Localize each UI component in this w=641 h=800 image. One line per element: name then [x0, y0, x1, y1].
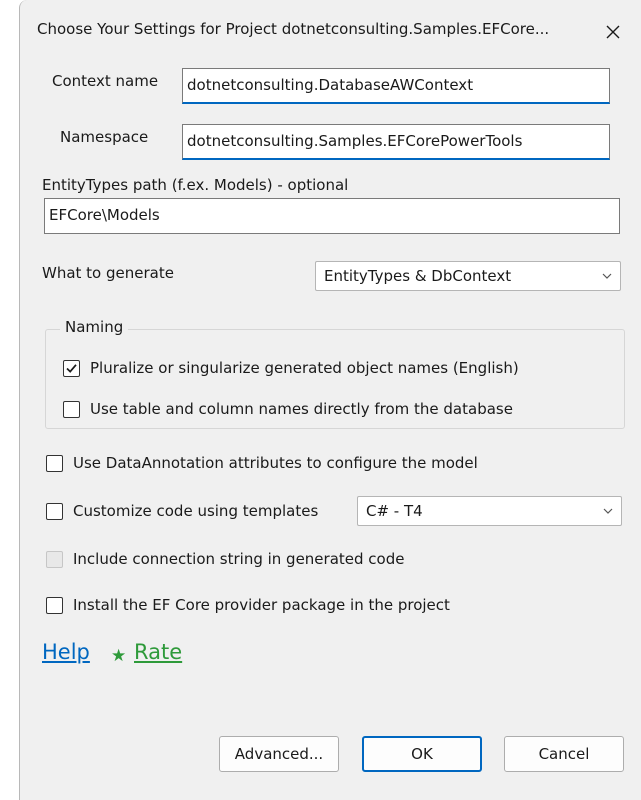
- install-provider-label: Install the EF Core provider package in …: [73, 596, 450, 614]
- namespace-input[interactable]: dotnetconsulting.Samples.EFCorePowerTool…: [182, 124, 610, 160]
- use-db-names-checkbox[interactable]: [63, 400, 80, 418]
- generate-selected: EntityTypes & DbContext: [324, 267, 512, 285]
- template-selected: C# - T4: [366, 502, 423, 520]
- connection-string-option[interactable]: Include connection string in generated c…: [46, 550, 404, 568]
- close-button[interactable]: [592, 12, 634, 52]
- settings-dialog: Choose Your Settings for Project dotnetc…: [19, 0, 641, 800]
- templates-option[interactable]: Customize code using templates: [46, 502, 318, 520]
- help-link[interactable]: Help: [42, 640, 90, 664]
- chevron-down-icon: [602, 273, 612, 279]
- window-title: Choose Your Settings for Project dotnetc…: [37, 20, 550, 38]
- connection-string-checkbox[interactable]: [46, 550, 63, 568]
- install-provider-checkbox[interactable]: [46, 596, 63, 614]
- data-annotations-label: Use DataAnnotation attributes to configu…: [73, 454, 478, 472]
- data-annotations-checkbox[interactable]: [46, 454, 63, 472]
- pluralize-label: Pluralize or singularize generated objec…: [90, 359, 519, 377]
- context-name-label: Context name: [52, 72, 159, 90]
- connection-string-label: Include connection string in generated c…: [73, 550, 405, 568]
- naming-legend: Naming: [60, 318, 129, 336]
- generate-label: What to generate: [42, 264, 174, 282]
- title-bar: Choose Your Settings for Project dotnetc…: [20, 0, 641, 64]
- templates-label: Customize code using templates: [73, 502, 319, 520]
- close-icon: [606, 25, 620, 39]
- advanced-button[interactable]: Advanced...: [219, 736, 339, 772]
- chevron-down-icon: [603, 508, 613, 514]
- template-select[interactable]: C# - T4: [357, 496, 622, 526]
- data-annotations-option[interactable]: Use DataAnnotation attributes to configu…: [46, 454, 478, 472]
- generate-select[interactable]: EntityTypes & DbContext: [315, 261, 621, 291]
- templates-checkbox[interactable]: [46, 502, 63, 520]
- pluralize-checkbox[interactable]: [63, 359, 80, 377]
- cancel-button[interactable]: Cancel: [504, 736, 624, 772]
- use-db-names-label: Use table and column names directly from…: [90, 400, 513, 418]
- pluralize-option[interactable]: Pluralize or singularize generated objec…: [63, 359, 519, 377]
- ok-button[interactable]: OK: [362, 736, 482, 772]
- context-name-input[interactable]: dotnetconsulting.DatabaseAWContext: [182, 68, 610, 104]
- install-provider-option[interactable]: Install the EF Core provider package in …: [46, 596, 450, 614]
- rate-link[interactable]: Rate: [134, 640, 182, 664]
- entity-path-label: EntityTypes path (f.ex. Models) - option…: [42, 176, 349, 194]
- use-db-names-option[interactable]: Use table and column names directly from…: [63, 400, 513, 418]
- star-icon: ★: [111, 646, 127, 666]
- checkmark-icon: [66, 363, 77, 373]
- namespace-label: Namespace: [60, 128, 149, 146]
- entity-path-input[interactable]: EFCore\Models: [44, 198, 620, 234]
